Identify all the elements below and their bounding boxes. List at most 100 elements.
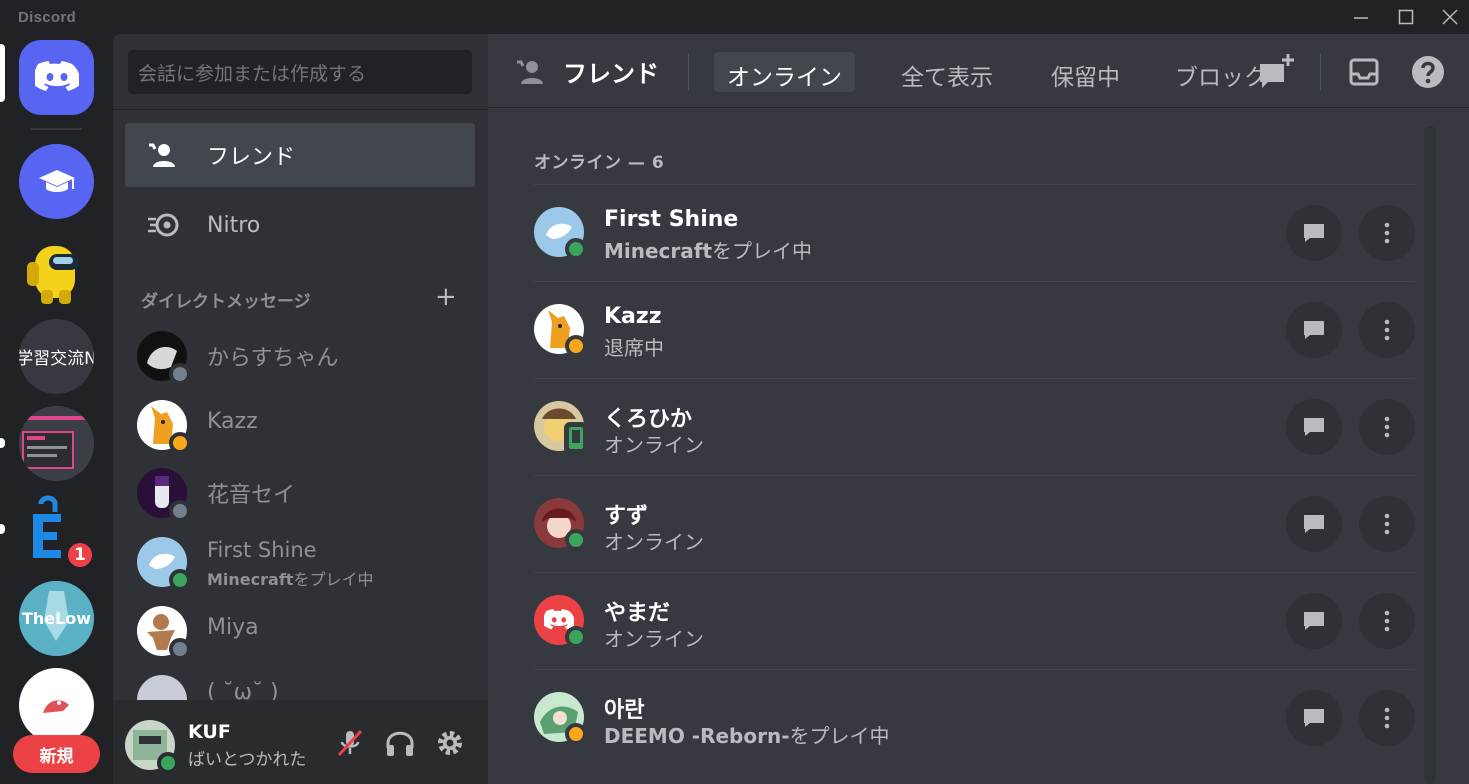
mobile-icon	[569, 427, 583, 449]
online-count-header: オンライン — 6	[534, 153, 665, 173]
chat-bubble-icon	[1304, 224, 1324, 242]
friend-row[interactable]: やまだ オンライン	[534, 572, 1415, 668]
friend-row[interactable]: すず オンライン	[534, 475, 1415, 571]
help-button[interactable]	[1410, 54, 1446, 90]
kebab-menu-icon	[1384, 513, 1390, 535]
mute-button[interactable]	[333, 726, 367, 760]
page-title: フレンド	[563, 60, 659, 88]
minimize-icon	[1354, 17, 1368, 19]
friend-row[interactable]: First Shine Minecraftをプレイ中	[534, 184, 1415, 280]
dm-item[interactable]: Miya	[137, 601, 477, 661]
more-options-button[interactable]	[1359, 399, 1415, 455]
rail-divider	[31, 128, 82, 130]
chat-bubble-icon	[1304, 709, 1324, 727]
friend-name: Kazz	[604, 304, 662, 329]
tab-blocked[interactable]: ブロック	[1162, 52, 1262, 92]
dm-item[interactable]: First Shine Minecraftをプレイ中	[137, 532, 477, 592]
more-options-button[interactable]	[1359, 690, 1415, 746]
server-among-us[interactable]	[19, 232, 94, 307]
headphones-icon	[386, 731, 414, 756]
message-button[interactable]	[1286, 690, 1342, 746]
inbox-icon	[1349, 58, 1379, 86]
friend-activity: オンライン	[604, 627, 704, 651]
chat-bubble-icon	[1304, 418, 1324, 436]
status-idle	[565, 723, 587, 745]
dm-name: からすちゃん	[207, 346, 339, 371]
dm-name: First Shine	[207, 538, 317, 562]
tab-online[interactable]: オンライン	[714, 52, 855, 92]
nav-friends-label: フレンド	[207, 145, 296, 170]
friends-icon	[517, 60, 543, 84]
topbar-divider	[1320, 54, 1321, 90]
top-bar: フレンド オンライン 全て表示 保留中 ブロック	[488, 34, 1469, 108]
friend-name: First Shine	[604, 207, 739, 232]
status-online	[565, 529, 587, 551]
status-offline	[169, 363, 191, 385]
status-idle	[565, 335, 587, 357]
discord-logo-icon	[34, 60, 79, 91]
crewmate-icon	[27, 246, 79, 304]
home-button[interactable]	[19, 40, 94, 115]
nav-nitro[interactable]: Nitro	[125, 193, 475, 257]
username: KUF	[188, 721, 231, 743]
nitro-icon	[148, 213, 179, 237]
create-dm-button[interactable]: +	[435, 284, 457, 310]
chat-bubble-icon	[1304, 515, 1324, 533]
server-study-hub[interactable]	[19, 144, 94, 219]
scrollbar[interactable]	[1424, 126, 1436, 784]
new-group-dm-button[interactable]	[1256, 52, 1296, 92]
minimize-button[interactable]	[1341, 0, 1381, 34]
more-options-button[interactable]	[1359, 205, 1415, 261]
message-button[interactable]	[1286, 205, 1342, 261]
deafen-button[interactable]	[383, 726, 417, 760]
tab-pending[interactable]: 保留中	[1038, 52, 1133, 92]
dm-sidebar: 会話に参加または作成する フレンド Nitro ダイレクトメッセージ + からす…	[113, 34, 488, 784]
nav-friends[interactable]: フレンド	[125, 123, 475, 187]
friend-activity: DEEMO -Reborn-をプレイ中	[604, 724, 890, 748]
dm-name: 花音セイ	[207, 483, 296, 508]
help-icon	[1412, 56, 1444, 88]
close-button[interactable]	[1430, 0, 1469, 34]
maximize-icon	[1398, 9, 1414, 25]
status-online	[157, 752, 179, 774]
friend-row[interactable]: 아란 DEEMO -Reborn-をプレイ中	[534, 669, 1415, 765]
dm-item[interactable]: Kazz	[137, 395, 477, 455]
more-options-button[interactable]	[1359, 593, 1415, 649]
more-options-button[interactable]	[1359, 496, 1415, 552]
new-badge: 新規	[13, 735, 100, 773]
server-thelow[interactable]: TheLow	[19, 581, 94, 656]
status-mobile	[564, 422, 588, 454]
user-panel: KUF ばいとつかれた	[113, 700, 488, 784]
new-group-dm-icon	[1260, 54, 1294, 88]
more-options-button[interactable]	[1359, 302, 1415, 358]
maximize-button[interactable]	[1386, 0, 1426, 34]
friend-activity: オンライン	[604, 530, 704, 554]
kebab-menu-icon	[1384, 610, 1390, 632]
friends-icon	[149, 143, 175, 167]
message-button[interactable]	[1286, 593, 1342, 649]
unread-pill	[0, 524, 5, 534]
settings-button[interactable]	[433, 726, 467, 760]
message-button[interactable]	[1286, 302, 1342, 358]
inbox-button[interactable]	[1346, 54, 1382, 90]
kebab-menu-icon	[1384, 707, 1390, 729]
status-online	[169, 569, 191, 591]
server-study-exchange[interactable]: 学習交流N	[19, 319, 94, 394]
server-screenshot[interactable]	[19, 406, 94, 481]
dm-item[interactable]: ( ˘ω˘ )	[137, 670, 477, 700]
friend-row[interactable]: くろひか オンライン	[534, 378, 1415, 474]
friend-row[interactable]: Kazz 退席中	[534, 281, 1415, 377]
search-input[interactable]: 会話に参加または作成する	[128, 50, 472, 94]
friend-activity: 退席中	[604, 336, 664, 360]
dm-item[interactable]: 花音セイ	[137, 463, 477, 523]
server-bird[interactable]	[19, 668, 94, 743]
gear-icon	[438, 731, 462, 755]
unread-pill	[0, 438, 5, 448]
kebab-menu-icon	[1384, 222, 1390, 244]
message-button[interactable]	[1286, 496, 1342, 552]
tab-all[interactable]: 全て表示	[888, 52, 1006, 92]
dm-item[interactable]: からすちゃん	[137, 326, 477, 386]
avatar	[137, 675, 187, 700]
app-brand: Discord	[18, 9, 76, 26]
message-button[interactable]	[1286, 399, 1342, 455]
